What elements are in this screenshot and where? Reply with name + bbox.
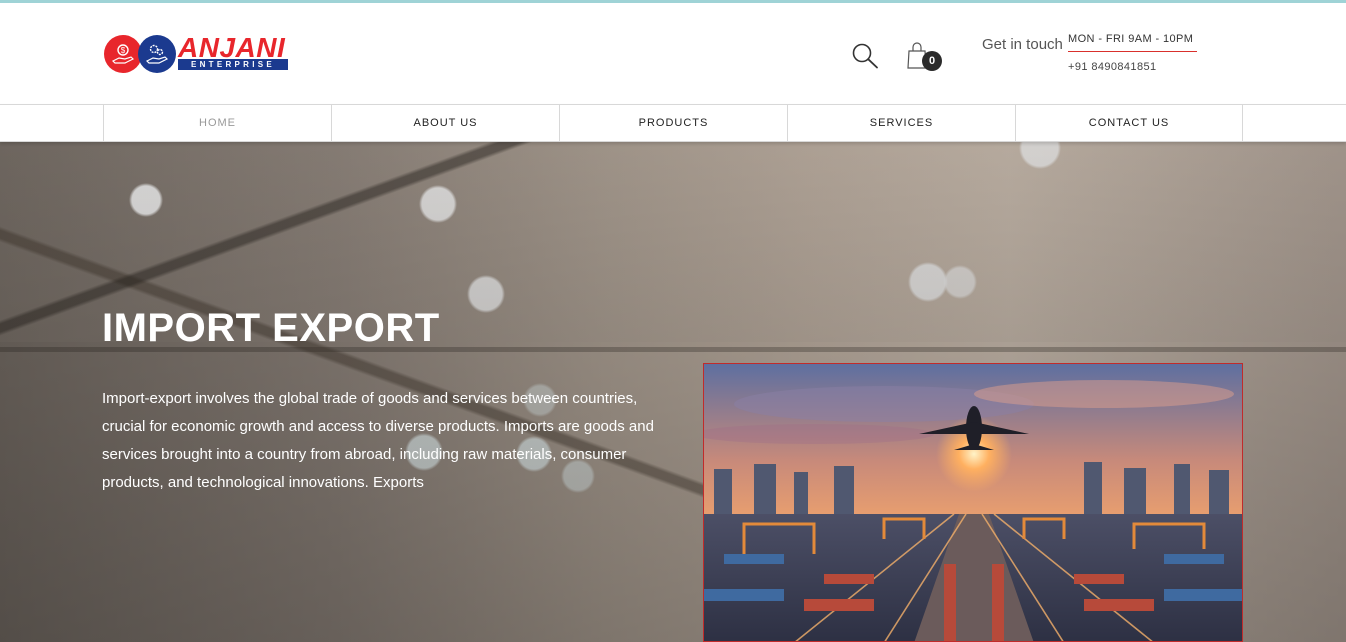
- phone-number[interactable]: +91 8490841851: [1068, 61, 1157, 73]
- cart-count-badge: 0: [922, 51, 942, 71]
- business-hours: MON - FRI 9AM - 10PM: [1068, 33, 1197, 52]
- search-icon: [852, 43, 878, 69]
- nav-item-services[interactable]: SERVICES: [787, 105, 1015, 142]
- brand-tagline: ENTERPRISE: [178, 59, 288, 70]
- nav-item-home[interactable]: HOME: [103, 105, 331, 142]
- get-in-touch-label: Get in touch: [982, 36, 1063, 53]
- hero-title: IMPORT EXPORT: [102, 306, 440, 350]
- cart-button[interactable]: 0: [906, 41, 944, 73]
- search-button[interactable]: [850, 41, 880, 71]
- money-hand-icon: $: [104, 35, 142, 73]
- airplane-port-image: [703, 363, 1243, 642]
- brand-logo[interactable]: $ ANJANI ENTERPRISE: [104, 32, 290, 74]
- main-nav: HOME ABOUT US PRODUCTS SERVICES CONTACT …: [0, 104, 1346, 142]
- svg-text:$: $: [121, 46, 126, 55]
- hero-description: Import-export involves the global trade …: [102, 390, 654, 491]
- contact-info: Get in touch MON - FRI 9AM - 10PM +91 84…: [982, 33, 1212, 83]
- gears-hand-icon: [138, 35, 176, 73]
- nav-item-about-us[interactable]: ABOUT US: [331, 105, 559, 142]
- site-header: $ ANJANI ENTERPRISE 0 Get in touch MON -…: [0, 3, 1346, 104]
- nav-item-contact-us[interactable]: CONTACT US: [1015, 105, 1243, 142]
- nav-item-products[interactable]: PRODUCTS: [559, 105, 787, 142]
